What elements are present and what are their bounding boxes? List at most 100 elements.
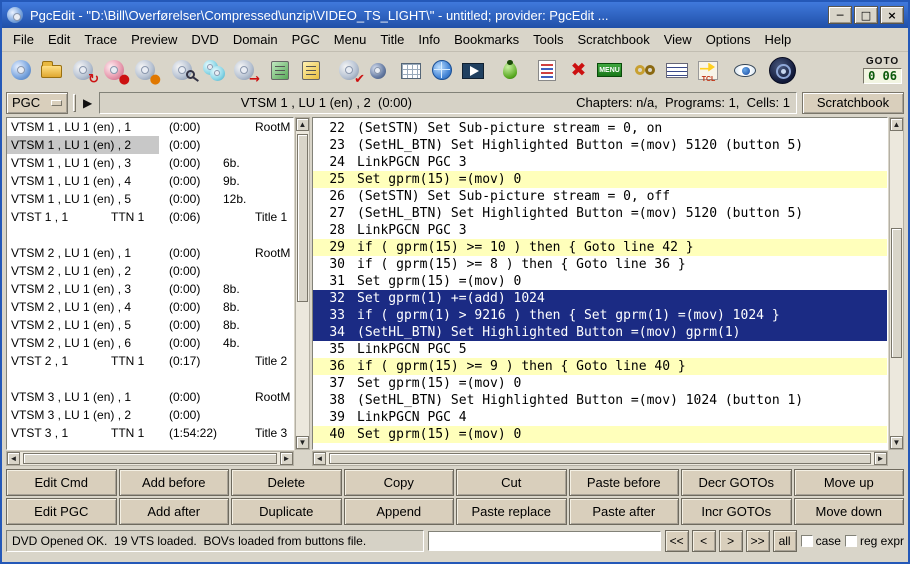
edit-cmd-button[interactable]: Edit Cmd [6,469,117,496]
edit-pgc-button[interactable]: Edit PGC [6,498,117,525]
duplicate-button[interactable]: Duplicate [231,498,342,525]
command-line[interactable]: 40 Set gprm(15) =(mov) 0 [313,426,887,443]
goto-counter[interactable]: GOTO 0 06 [863,56,902,84]
pgc-list-item[interactable]: VTSM 2 , LU 1 (en) , 4 (0:00) 8b. [7,298,293,316]
command-line[interactable]: 39 LinkPGCN PGC 4 [313,409,887,426]
scratchbook-button[interactable]: Scratchbook [802,91,904,114]
export-dvd-icon[interactable]: → [231,57,260,87]
decr-gotos-button[interactable]: Decr GOTOs [681,469,792,496]
menu-pgc[interactable]: PGC [285,29,327,50]
menu-view[interactable]: View [657,29,699,50]
scroll-up-icon[interactable]: ▲ [890,118,903,131]
scroll-thumb[interactable] [297,134,308,302]
pgc-list-item[interactable]: VTST 1 , 1 TTN 1 (0:06) Title 1 [7,208,293,226]
preview-dvd-icon[interactable] [169,57,196,84]
log-book-icon[interactable] [268,57,295,84]
pgc-list-item[interactable]: VTSM 3 , LU 1 (en) , 1 (0:00) RootM [7,388,293,406]
paste-before-button[interactable]: Paste before [568,469,679,496]
reopen-dvd-icon[interactable]: ↻ [70,57,99,87]
globe-icon[interactable] [429,57,456,84]
cell-table-icon[interactable] [398,57,425,84]
notes-book-icon[interactable] [299,57,326,84]
pgc-list-item[interactable]: VTST 3 , 1 TTN 1 (1:54:22) Title 3 [7,424,293,442]
command-line[interactable]: 31 Set gprm(15) =(mov) 0 [313,273,887,290]
scroll-thumb[interactable] [329,453,871,464]
link-chain-icon[interactable] [633,57,660,84]
save-dvd-icon[interactable]: ● [101,57,130,87]
command-line[interactable]: 29 if ( gprm(15) >= 10 ) then { Goto line… [313,239,887,256]
pgc-list-hscrollbar[interactable]: ◄ ► [6,451,294,466]
pgc-list-item[interactable] [7,370,293,388]
search-first-button[interactable]: << [664,529,689,552]
open-folder-icon[interactable] [39,57,66,84]
regexp-checkbox[interactable] [844,534,857,547]
pgc-list-item[interactable]: VTSM 2 , LU 1 (en) , 3 (0:00) 8b. [7,280,293,298]
menu-preview[interactable]: Preview [124,29,184,50]
command-list-vscrollbar[interactable]: ▲ ▼ [889,117,904,450]
regexp-checkbox-label[interactable]: reg expr [844,534,904,548]
counter-icon[interactable] [664,57,691,84]
minimize-button[interactable]: ─ [828,6,852,24]
cut-button[interactable]: Cut [456,469,567,496]
command-line[interactable]: 22 (SetSTN) Set Sub-picture stream = 0, o… [313,120,887,137]
tcl-console-icon[interactable]: TCL [695,57,722,84]
pgc-list-item[interactable]: VTSM 1 , LU 1 (en) , 1 (0:00) RootM [7,118,293,136]
command-line[interactable]: 25 Set gprm(15) =(mov) 0 [313,171,887,188]
scroll-right-icon[interactable]: ► [280,452,293,465]
command-line[interactable]: 23 (SetHL_BTN) Set Highlighted Button =(m… [313,137,887,154]
search-last-button[interactable]: >> [745,529,770,552]
incr-gotos-button[interactable]: Incr GOTOs [681,498,792,525]
case-checkbox[interactable] [800,534,813,547]
menu-menu[interactable]: Menu [327,29,374,50]
pgc-list-item[interactable]: VTSM 2 , LU 1 (en) , 5 (0:00) 8b. [7,316,293,334]
scroll-up-icon[interactable]: ▲ [296,118,309,131]
copy-dvd-icon[interactable] [200,57,227,84]
search-prev-button[interactable]: < [691,529,716,552]
pgc-list-item[interactable]: VTSM 1 , LU 1 (en) , 3 (0:00) 6b. [7,154,293,172]
command-line[interactable]: 37 Set gprm(15) =(mov) 0 [313,375,887,392]
pgc-list-item[interactable]: VTSM 2 , LU 1 (en) , 1 (0:00) RootM [7,244,293,262]
scroll-left-icon[interactable]: ◄ [313,452,326,465]
scroll-right-icon[interactable]: ► [874,452,887,465]
command-list-icon[interactable] [534,57,561,84]
verify-dvd-icon[interactable]: ✔ [336,57,365,87]
add-before-button[interactable]: Add before [118,469,229,496]
pgc-list-item[interactable] [7,226,293,244]
title-bar[interactable]: PgcEdit - "D:\Bill\Overførelser\Compress… [2,2,908,28]
maximize-button[interactable]: □ [854,6,878,24]
pgc-list-item[interactable]: VTSM 2 , LU 1 (en) , 6 (0:00) 4b. [7,334,293,352]
command-list-hscrollbar[interactable]: ◄ ► [312,451,888,466]
menu-file[interactable]: File [6,29,41,50]
command-line[interactable]: 35 LinkPGCN PGC 5 [313,341,887,358]
pgc-list-item[interactable]: VTSM 1 , LU 1 (en) , 2 (0:00) [7,136,293,154]
command-line[interactable]: 36 if ( gprm(15) >= 9 ) then { Goto line … [313,358,887,375]
pgc-listbox[interactable]: VTSM 1 , LU 1 (en) , 1 (0:00) RootM VTSM 1 … [6,117,294,450]
menu-info[interactable]: Info [411,29,447,50]
copy-button[interactable]: Copy [343,469,454,496]
command-listbox[interactable]: 22 (SetSTN) Set Sub-picture stream = 0, o… [312,117,888,450]
kill-menu-icon[interactable]: ✖ [565,57,592,84]
debug-bug-icon[interactable] [497,57,524,84]
burn-dvd-icon[interactable]: ● [132,57,161,87]
search-input[interactable] [428,530,661,551]
paste-after-button[interactable]: Paste after [568,498,679,525]
preview-eye-icon[interactable] [732,57,759,84]
pgc-list-item[interactable]: VTSM 2 , LU 1 (en) , 2 (0:00) [7,262,293,280]
search-next-button[interactable]: > [718,529,743,552]
pgc-selector-dropdown[interactable]: PGC [6,91,68,114]
menu-dvd[interactable]: DVD [184,29,225,50]
command-line[interactable]: 33 if ( gprm(1) > 9216 ) then { Set gprm(… [313,307,887,324]
scroll-down-icon[interactable]: ▼ [890,436,903,449]
play-button[interactable]: ▶ [81,96,94,110]
menu-domain[interactable]: Domain [226,29,285,50]
delete-button[interactable]: Delete [231,469,342,496]
pgc-list-item[interactable]: VTSM 1 , LU 1 (en) , 4 (0:00) 9b. [7,172,293,190]
command-line[interactable]: 26 (SetSTN) Set Sub-picture stream = 0, o… [313,188,887,205]
scroll-thumb[interactable] [891,228,902,358]
open-dvd-icon[interactable] [8,57,35,84]
add-after-button[interactable]: Add after [118,498,229,525]
scroll-thumb[interactable] [23,453,277,464]
command-line[interactable]: 27 (SetHL_BTN) Set Highlighted Button =(m… [313,205,887,222]
menu-scratchbook[interactable]: Scratchbook [570,29,656,50]
pgc-list-item[interactable]: VTSM 1 , LU 1 (en) , 5 (0:00) 12b. [7,190,293,208]
